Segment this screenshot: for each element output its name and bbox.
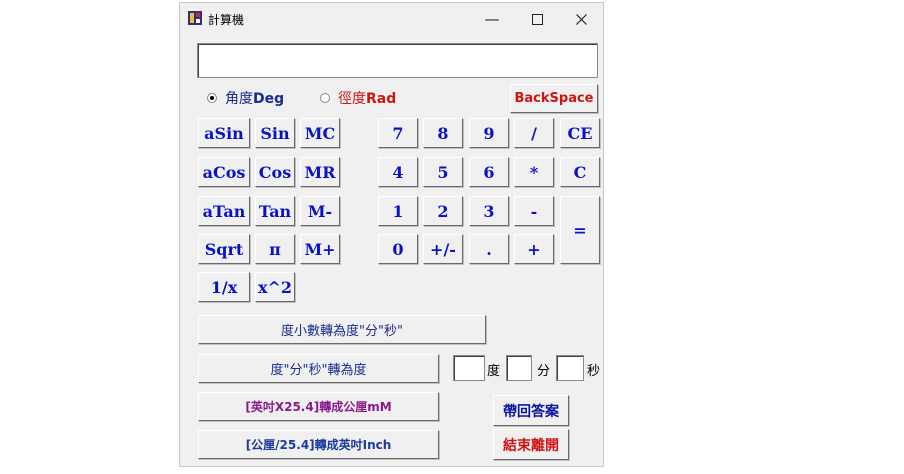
digit-0-button[interactable]: 0 bbox=[378, 234, 418, 264]
digit-7-button[interactable]: 7 bbox=[378, 118, 418, 148]
exit-button[interactable]: 結束離開 bbox=[493, 429, 569, 460]
digit-2-button[interactable]: 2 bbox=[423, 196, 463, 226]
digit-4-button[interactable]: 4 bbox=[378, 157, 418, 187]
degree-unit-label: 度 bbox=[487, 364, 501, 379]
reciprocal-button[interactable]: 1/x bbox=[198, 272, 250, 302]
second-input[interactable] bbox=[556, 355, 584, 381]
app-icon bbox=[188, 11, 202, 25]
calculator-window: 計算機 — 角度Deg 徑度Rad BackSpace aSin Sin MC … bbox=[179, 2, 604, 467]
subtract-button[interactable]: - bbox=[514, 196, 554, 226]
window-title: 計算機 bbox=[208, 13, 245, 27]
clear-entry-button[interactable]: CE bbox=[560, 118, 600, 148]
digit-9-button[interactable]: 9 bbox=[469, 118, 509, 148]
radian-mode-radio[interactable]: 徑度Rad bbox=[320, 88, 396, 108]
square-button[interactable]: x^2 bbox=[255, 272, 295, 302]
close-icon bbox=[575, 13, 587, 25]
degree-mode-radio[interactable]: 角度Deg bbox=[207, 88, 284, 108]
digit-3-button[interactable]: 3 bbox=[469, 196, 509, 226]
maximize-button[interactable] bbox=[517, 7, 557, 31]
memory-add-button[interactable]: M+ bbox=[300, 234, 340, 264]
decimal-point-button[interactable]: . bbox=[469, 234, 509, 264]
minimize-icon: — bbox=[484, 10, 500, 28]
memory-recall-button[interactable]: MR bbox=[300, 157, 340, 187]
maximize-icon bbox=[531, 13, 543, 25]
title-bar: 計算機 — bbox=[180, 3, 603, 33]
atan-button[interactable]: aTan bbox=[198, 196, 250, 226]
add-button[interactable]: + bbox=[514, 234, 554, 264]
clear-button[interactable]: C bbox=[560, 157, 600, 187]
memory-clear-button[interactable]: MC bbox=[300, 118, 340, 148]
dms-to-decimal-button[interactable]: 度"分"秒"轉為度 bbox=[198, 354, 439, 383]
pi-button[interactable]: π bbox=[255, 234, 295, 264]
digit-1-button[interactable]: 1 bbox=[378, 196, 418, 226]
equals-button[interactable]: = bbox=[560, 196, 600, 264]
backspace-button[interactable]: BackSpace bbox=[510, 84, 598, 113]
memory-subtract-button[interactable]: M- bbox=[300, 196, 340, 226]
sqrt-button[interactable]: Sqrt bbox=[198, 234, 250, 264]
asin-button[interactable]: aSin bbox=[198, 118, 250, 148]
radio-indicator bbox=[207, 93, 217, 103]
sin-button[interactable]: Sin bbox=[255, 118, 295, 148]
decimal-to-dms-button[interactable]: 度小數轉為度"分"秒" bbox=[198, 315, 486, 344]
minute-input[interactable] bbox=[506, 355, 532, 381]
mm-to-inch-button[interactable]: [公厘/25.4]轉成英吋Inch bbox=[198, 430, 439, 459]
tan-button[interactable]: Tan bbox=[255, 196, 295, 226]
multiply-button[interactable]: * bbox=[514, 157, 554, 187]
minute-unit-label: 分 bbox=[537, 364, 551, 379]
close-button[interactable] bbox=[561, 7, 601, 31]
return-answer-button[interactable]: 帶回答案 bbox=[493, 395, 569, 426]
inch-to-mm-button[interactable]: [英吋X25.4]轉成公厘mM bbox=[198, 392, 439, 421]
digit-8-button[interactable]: 8 bbox=[423, 118, 463, 148]
divide-button[interactable]: / bbox=[514, 118, 554, 148]
acos-button[interactable]: aCos bbox=[198, 157, 250, 187]
digit-6-button[interactable]: 6 bbox=[469, 157, 509, 187]
second-unit-label: 秒 bbox=[587, 364, 601, 379]
degree-input[interactable] bbox=[453, 355, 485, 381]
cos-button[interactable]: Cos bbox=[255, 157, 295, 187]
result-display[interactable] bbox=[197, 43, 598, 78]
digit-5-button[interactable]: 5 bbox=[423, 157, 463, 187]
sign-toggle-button[interactable]: +/- bbox=[423, 234, 463, 264]
minimize-button[interactable]: — bbox=[472, 7, 512, 31]
radio-indicator bbox=[320, 93, 330, 103]
